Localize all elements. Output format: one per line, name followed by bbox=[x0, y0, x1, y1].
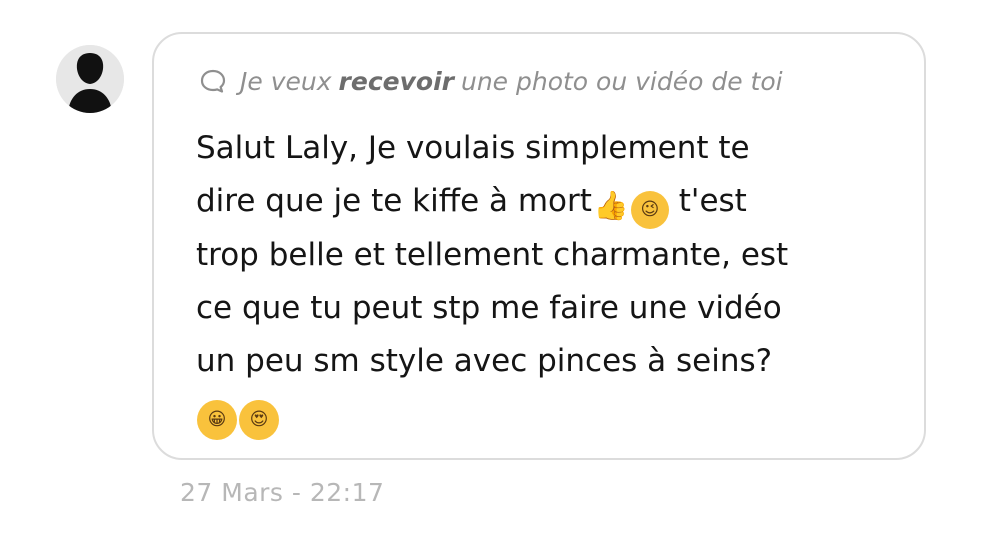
emoji-row: 😀 😍 bbox=[197, 400, 279, 440]
sender-avatar[interactable] bbox=[56, 45, 124, 113]
request-suffix: une photo ou vidéo de toi bbox=[460, 66, 783, 96]
message-line: Salut Laly, Je voulais simplement te bbox=[196, 130, 750, 166]
speech-bubble-icon bbox=[198, 66, 228, 96]
request-emphasis: recevoir bbox=[338, 66, 454, 96]
message-line: un peu sm style avec pinces à seins? bbox=[196, 342, 773, 379]
message-bubble: Je veux recevoir une photo ou vidéo de t… bbox=[152, 32, 926, 460]
message-line: ce que tu peut stp me faire une vidéo bbox=[196, 289, 782, 326]
person-silhouette-icon bbox=[56, 45, 124, 113]
request-prefix: Je veux bbox=[240, 66, 332, 96]
message-line: dire que je te kiffe à mort👍 😉 t'est bbox=[196, 175, 896, 229]
message-text: Salut Laly, Je voulais simplement te dir… bbox=[196, 122, 896, 388]
heart-eyes-emoji-icon: 😍 bbox=[239, 400, 279, 440]
thumbs-up-emoji-icon: 👍 bbox=[593, 189, 629, 222]
message-line-fragment: dire que je te kiffe à mort bbox=[196, 183, 592, 219]
request-type-line: Je veux recevoir une photo ou vidéo de t… bbox=[198, 66, 783, 96]
message-line-fragment: t'est bbox=[678, 183, 747, 219]
message-line: trop belle et tellement charmante, est bbox=[196, 236, 789, 273]
message-timestamp: 27 Mars - 22:17 bbox=[180, 478, 385, 507]
wink-emoji-icon: 😉 bbox=[630, 190, 669, 229]
grinning-face-emoji-icon: 😀 bbox=[197, 400, 237, 440]
